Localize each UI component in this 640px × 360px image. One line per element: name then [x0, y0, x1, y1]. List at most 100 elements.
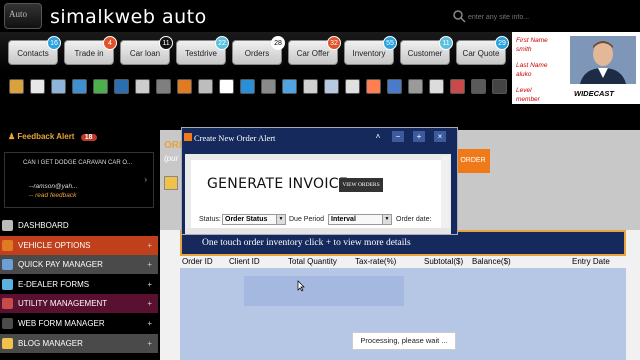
- menu-item-icon: [2, 337, 13, 349]
- status-select-value: Order Status: [225, 216, 268, 223]
- calculator-icon[interactable]: [114, 79, 129, 94]
- feedback-title-text: Feedback Alert: [17, 132, 75, 141]
- order-button[interactable]: ORDER: [456, 149, 490, 173]
- bell-icon[interactable]: [9, 79, 24, 94]
- sidebar-item-quick-pay-manager[interactable]: QUICK PAY MANAGER +: [0, 255, 158, 275]
- keyboard-icon[interactable]: [471, 79, 486, 94]
- last-name-label: Last Name: [516, 62, 548, 69]
- invoice-panel: GENERATE INVOICE VIEW ORDERS Status: Ord…: [191, 160, 441, 232]
- page-subtitle: (pur: [164, 154, 179, 163]
- horizontal-scrollbar[interactable]: [185, 228, 451, 234]
- status-select[interactable]: Order Status ▼: [222, 214, 286, 225]
- printer-icon[interactable]: [135, 79, 150, 94]
- nav-count-badge: 55: [383, 36, 397, 50]
- document-icon[interactable]: [324, 79, 339, 94]
- due-period-select[interactable]: Interval ▼: [328, 214, 392, 225]
- monitor-icon[interactable]: [240, 79, 255, 94]
- download-icon[interactable]: [93, 79, 108, 94]
- column-header[interactable]: Subtotal($): [424, 257, 463, 266]
- expand-plus-icon[interactable]: +: [147, 275, 152, 294]
- sidebar-item-blog-manager[interactable]: BLOG MANAGER +: [0, 333, 158, 353]
- barcode-icon[interactable]: [345, 79, 360, 94]
- folder-icon[interactable]: [164, 176, 178, 190]
- avatar-photo-icon: [570, 36, 636, 84]
- nav-button-car-loan[interactable]: Car loan 11: [120, 36, 173, 65]
- avatar[interactable]: [570, 36, 636, 84]
- nav-button-trade-in[interactable]: Trade in 4: [64, 36, 117, 65]
- header: Auto simalkweb auto: [0, 0, 640, 32]
- search-icon[interactable]: [452, 9, 466, 23]
- nav-button-customer[interactable]: Customer 11: [400, 36, 453, 65]
- view-orders-button[interactable]: VIEW ORDERS: [339, 178, 383, 192]
- level-value: member: [516, 96, 540, 103]
- table-highlight-row[interactable]: [244, 276, 404, 306]
- map-icon[interactable]: [387, 79, 402, 94]
- nav-button-car-quote[interactable]: Car Quote 29: [456, 36, 509, 65]
- tools-icon[interactable]: [177, 79, 192, 94]
- due-period-value: Interval: [331, 216, 356, 223]
- user-edit-icon[interactable]: [366, 79, 381, 94]
- status-label: Status:: [199, 216, 221, 223]
- chart-icon[interactable]: [450, 79, 465, 94]
- search-input[interactable]: [468, 8, 632, 26]
- sidebar-item-web-form-manager[interactable]: WEB FORM MANAGER +: [0, 314, 158, 333]
- nav-count-badge: 11: [159, 36, 173, 50]
- dropdown-arrow-icon: ▼: [276, 215, 285, 224]
- create-order-dialog: Create New Order Alert ˄ − + × GENERATE …: [181, 127, 458, 235]
- page-icon[interactable]: [219, 79, 234, 94]
- profile-panel: First Name smith Last Name aluko Level m…: [512, 32, 640, 104]
- column-header[interactable]: Client ID: [229, 257, 260, 266]
- book-icon[interactable]: [51, 79, 66, 94]
- feedback-alert-title[interactable]: ♟ Feedback Alert 18: [8, 132, 97, 141]
- due-period-label: Due Period: [289, 216, 325, 223]
- vertical-scrollbar[interactable]: [441, 156, 449, 232]
- sidebar-item-label: UTILITY MANAGEMENT: [18, 299, 108, 309]
- level-label: Level: [516, 87, 532, 94]
- users-icon[interactable]: [408, 79, 423, 94]
- sidebar-item-dashboard[interactable]: DASHBOARD: [0, 216, 158, 235]
- expand-plus-icon[interactable]: +: [147, 255, 152, 274]
- table-header: Order ID Client ID Total Quantity Tax-rate(…: [180, 256, 626, 268]
- expand-plus-icon[interactable]: +: [147, 294, 152, 313]
- car-icon[interactable]: [156, 79, 171, 94]
- nav-button-label: Trade in: [74, 49, 104, 58]
- processing-indicator: Processing, please wait ...: [352, 332, 456, 350]
- nav-button-car-offer[interactable]: Car Offer 32: [288, 36, 341, 65]
- file-icon[interactable]: [282, 79, 297, 94]
- nav-button-testdrive[interactable]: Testdrive 22: [176, 36, 229, 65]
- maximize-icon[interactable]: +: [413, 131, 425, 142]
- column-header[interactable]: Entry Date: [572, 257, 610, 266]
- next-arrow-icon[interactable]: ›: [144, 175, 147, 184]
- expand-plus-icon[interactable]: +: [147, 334, 152, 353]
- close-icon[interactable]: ×: [434, 131, 446, 142]
- nav-button-label: Car Quote: [462, 49, 500, 58]
- nav-button-label: Customer: [407, 49, 443, 58]
- expand-plus-icon[interactable]: +: [147, 314, 152, 333]
- first-name-value: smith: [516, 46, 532, 53]
- menu-item-icon: [2, 259, 13, 271]
- sidebar-item-e-dealer-forms[interactable]: E-DEALER FORMS +: [0, 274, 158, 294]
- globe-icon[interactable]: [72, 79, 87, 94]
- column-header[interactable]: Balance($): [472, 257, 511, 266]
- sidebar-item-utility-management[interactable]: UTILITY MANAGEMENT +: [0, 294, 158, 314]
- logo[interactable]: Auto: [4, 3, 42, 29]
- nav-button-contacts[interactable]: Contacts 16: [8, 36, 61, 65]
- grid-icon[interactable]: [303, 79, 318, 94]
- nav-button-orders[interactable]: Orders 28: [232, 36, 285, 65]
- expand-plus-icon[interactable]: +: [147, 236, 152, 255]
- collapse-icon[interactable]: ˄: [372, 131, 384, 142]
- blog-icon[interactable]: [198, 79, 213, 94]
- column-header[interactable]: Tax-rate(%): [355, 257, 396, 266]
- box-icon[interactable]: [429, 79, 444, 94]
- notes-icon[interactable]: [30, 79, 45, 94]
- feedback-box: CAN I GET DODGE CARAVAN CAR O... --ramso…: [4, 152, 154, 208]
- feedback-count-badge: 18: [80, 134, 97, 141]
- read-feedback-link[interactable]: -- read feedback: [29, 192, 76, 199]
- sidebar-item-vehicle-options[interactable]: VEHICLE OPTIONS +: [0, 235, 158, 255]
- column-header[interactable]: Order ID: [182, 257, 213, 266]
- nav-button-inventory[interactable]: Inventory 55: [344, 36, 397, 65]
- minimize-icon[interactable]: −: [392, 131, 404, 142]
- bank-icon[interactable]: [492, 79, 507, 94]
- settings-icon[interactable]: [261, 79, 276, 94]
- column-header[interactable]: Total Quantity: [288, 257, 337, 266]
